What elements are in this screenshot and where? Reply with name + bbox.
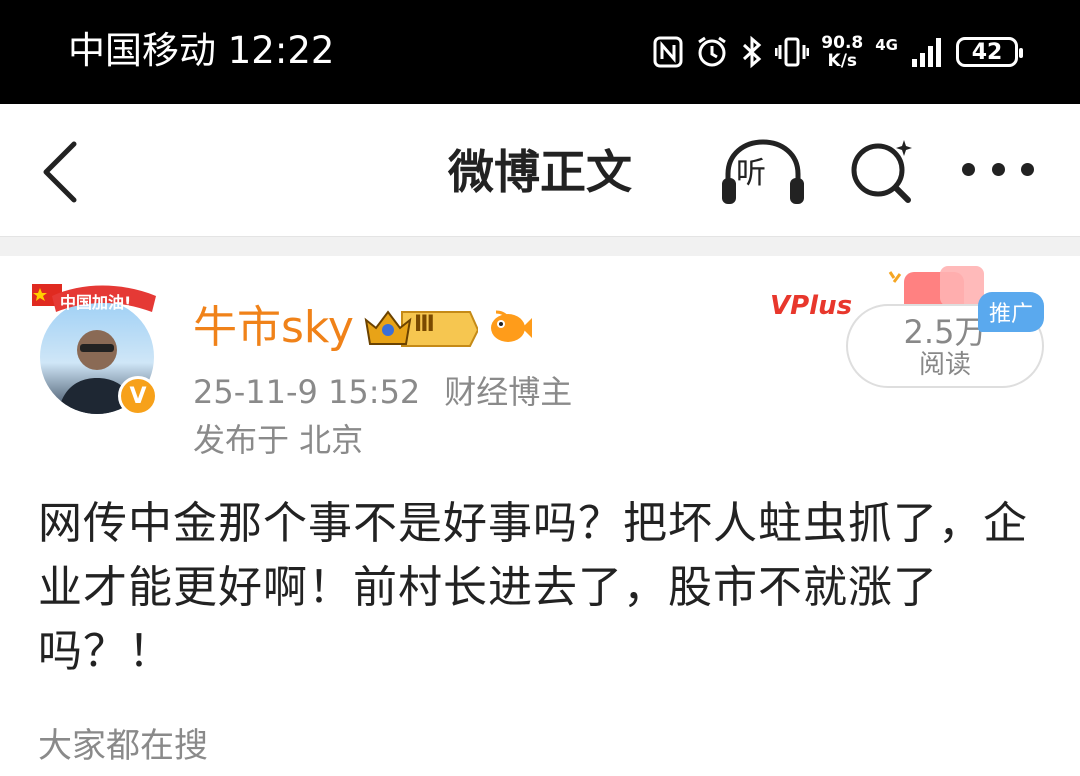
verified-badge: V <box>118 376 158 416</box>
page-title: 微博正文 <box>448 145 632 199</box>
post-meta: 25-11-9 15:52 财经博主 <box>193 370 572 414</box>
nfc-icon <box>653 36 683 68</box>
network-speed: 90.8 K/s <box>821 34 863 70</box>
alarm-icon <box>698 36 727 67</box>
post-content: 网传中金那个事不是好事吗？把坏人蛀虫抓了，企业才能更好啊！前村长进去了，股市不就… <box>38 498 1028 677</box>
more-dot-icon <box>991 162 1005 176</box>
more-options-button[interactable] <box>962 154 1034 184</box>
fish-emblem-icon <box>491 310 532 342</box>
network-type: 4G <box>875 36 898 54</box>
status-icons: 90.8 K/s 4G 42 <box>653 30 1023 74</box>
status-bar: 中国移动 12:22 90.8 K/s 4G 42 <box>0 0 1080 104</box>
listen-label: 听 <box>736 156 766 191</box>
member-level-badge[interactable]: Ⅲ <box>362 306 480 348</box>
user-avatar[interactable]: 中国加油! V <box>30 278 170 418</box>
more-dot-icon <box>962 162 975 176</box>
flag-banner-icon: 中国加油! <box>32 284 156 312</box>
post-location: 发布于 北京 <box>193 421 364 459</box>
username-link[interactable]: 牛市sky <box>193 298 354 358</box>
ad-tag: 推广 <box>978 292 1044 332</box>
speed-unit: K/s <box>827 51 858 71</box>
author-tag: 财经博主 <box>444 373 573 411</box>
more-dot-icon <box>1021 162 1034 176</box>
clock-label: 12:22 <box>227 29 335 72</box>
battery-level: 42 <box>971 39 1003 65</box>
carrier-label: 中国移动 <box>68 29 216 72</box>
trending-search-heading[interactable]: 大家都在搜 <box>38 722 208 770</box>
promo-label: VPlus <box>770 291 853 321</box>
search-button[interactable] <box>846 134 918 206</box>
status-carrier-time: 中国移动 12:22 <box>68 28 334 74</box>
search-icon <box>851 140 912 203</box>
post-timestamp: 25-11-9 15:52 <box>193 373 421 411</box>
read-label: 阅读 <box>918 350 971 380</box>
level-label: Ⅲ <box>414 312 435 337</box>
vibrate-icon <box>775 37 810 67</box>
speed-value: 90.8 <box>821 33 864 53</box>
section-divider <box>0 236 1080 256</box>
avatar-banner-text: 中国加油! <box>60 293 131 312</box>
listen-button[interactable]: 听 <box>718 136 808 208</box>
signal-icon <box>912 38 941 67</box>
bluetooth-icon <box>743 35 762 69</box>
battery-indicator: 42 <box>956 37 1023 67</box>
verified-mark: V <box>129 383 147 409</box>
top-nav-bar: 微博正文 听 <box>0 104 1080 236</box>
